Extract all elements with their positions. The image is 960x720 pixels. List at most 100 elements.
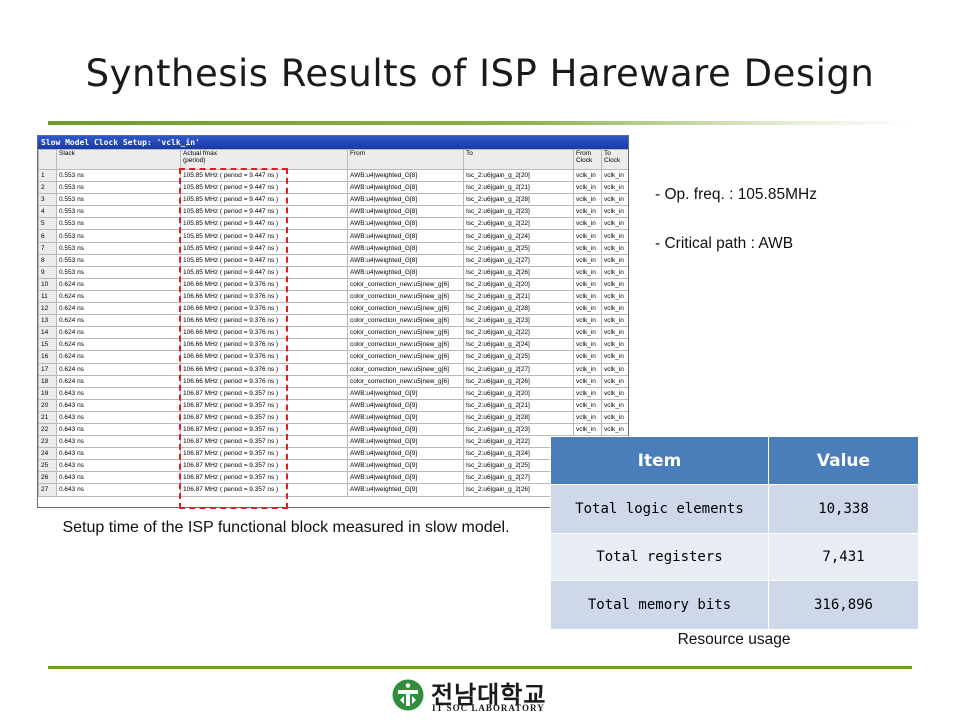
- timing-row[interactable]: 19 0.643 ns 106.87 MHz ( period = 9.357 ns…: [38, 386, 628, 400]
- timing-column-header[interactable]: To Clock: [601, 149, 628, 170]
- timing-row[interactable]: 12 0.624 ns 106.66 MHz ( period = 9.376 ns…: [38, 302, 628, 316]
- timing-cell: Isc_2:u6|gain_g_2[28]: [463, 410, 574, 424]
- resource-row: Total logic elements 10,338: [550, 484, 919, 534]
- timing-row[interactable]: 25 0.643 ns 106.87 MHz ( period = 9.357 ns…: [38, 459, 628, 473]
- timing-cell: Isc_2:u6|gain_g_2[27]: [463, 362, 574, 376]
- timing-cell: 0.553 ns: [56, 181, 181, 195]
- timing-row[interactable]: 10 0.624 ns 106.66 MHz ( period = 9.376 ns…: [38, 277, 628, 291]
- timing-cell: vclk_in: [573, 314, 602, 328]
- timing-cell: vclk_in: [601, 289, 628, 304]
- timing-row-number: 23: [38, 435, 57, 449]
- timing-cell: 106.66 MHz ( period = 9.376 ns ): [180, 374, 348, 388]
- timing-cell: vclk_in: [573, 229, 602, 243]
- timing-cell: vclk_in: [573, 362, 602, 376]
- timing-row[interactable]: 20 0.643 ns 106.87 MHz ( period = 9.357 ns…: [38, 398, 628, 412]
- timing-cell: 0.553 ns: [56, 168, 181, 183]
- timing-cell: Isc_2:u6|gain_g_2[28]: [463, 193, 574, 207]
- timing-cell: AWB:u4|weighted_G[8]: [347, 229, 464, 243]
- timing-row[interactable]: 9 0.553 ns 105.85 MHz ( period = 9.447 ns …: [38, 265, 628, 279]
- timing-cell: 0.624 ns: [56, 374, 181, 388]
- timing-row[interactable]: 2 0.553 ns 105.85 MHz ( period = 9.447 ns …: [38, 181, 628, 195]
- timing-cell: 0.643 ns: [56, 386, 181, 400]
- timing-cell: AWB:u4|weighted_G[9]: [347, 422, 464, 437]
- timing-row-number: 22: [38, 422, 57, 437]
- timing-row[interactable]: 4 0.553 ns 105.85 MHz ( period = 9.447 ns …: [38, 205, 628, 219]
- resource-header-value: Value: [768, 436, 919, 485]
- timing-cell: vclk_in: [573, 386, 602, 400]
- timing-report-window: Slow Model Clock Setup: 'vclk_in' Slack A…: [37, 135, 629, 508]
- timing-row-number: 26: [38, 471, 57, 485]
- timing-row-number: 9: [38, 265, 57, 279]
- timing-row[interactable]: 14 0.624 ns 106.66 MHz ( period = 9.376 ns…: [38, 326, 628, 340]
- timing-cell: vclk_in: [573, 338, 602, 352]
- timing-row[interactable]: 6 0.553 ns 105.85 MHz ( period = 9.447 ns …: [38, 229, 628, 243]
- timing-cell: Isc_2:u6|gain_g_2[27]: [463, 253, 574, 267]
- resource-item: Total registers: [550, 533, 769, 581]
- timing-cell: 105.85 MHz ( period = 9.447 ns ): [180, 229, 348, 243]
- timing-row-number: 18: [38, 374, 57, 388]
- timing-cell: vclk_in: [601, 350, 628, 364]
- timing-column-header[interactable]: Slack: [56, 149, 181, 170]
- timing-cell: 106.66 MHz ( period = 9.376 ns ): [180, 277, 348, 291]
- timing-cell: 0.624 ns: [56, 362, 181, 376]
- timing-cell: AWB:u4|weighted_G[8]: [347, 168, 464, 183]
- timing-row[interactable]: 3 0.553 ns 105.85 MHz ( period = 9.447 ns …: [38, 193, 628, 207]
- timing-cell: vclk_in: [601, 205, 628, 219]
- timing-row[interactable]: 5 0.553 ns 105.85 MHz ( period = 9.447 ns …: [38, 217, 628, 231]
- timing-cell: vclk_in: [601, 338, 628, 352]
- timing-cell: AWB:u4|weighted_G[8]: [347, 205, 464, 219]
- timing-cell: vclk_in: [601, 314, 628, 328]
- timing-report-title: Slow Model Clock Setup: 'vclk_in': [38, 136, 628, 149]
- timing-cell: 105.85 MHz ( period = 9.447 ns ): [180, 253, 348, 267]
- timing-cell: Isc_2:u6|gain_g_2[23]: [463, 205, 574, 219]
- timing-row[interactable]: 21 0.643 ns 106.87 MHz ( period = 9.357 ns…: [38, 410, 628, 424]
- timing-row[interactable]: 13 0.624 ns 106.66 MHz ( period = 9.376 ns…: [38, 314, 628, 328]
- timing-cell: 0.624 ns: [56, 326, 181, 340]
- timing-cell: AWB:u4|weighted_G[8]: [347, 181, 464, 195]
- timing-cell: 106.66 MHz ( period = 9.376 ns ): [180, 338, 348, 352]
- timing-column-header[interactable]: From: [347, 149, 464, 170]
- timing-row[interactable]: 18 0.624 ns 106.66 MHz ( period = 9.376 ns…: [38, 374, 628, 388]
- timing-column-header[interactable]: To: [463, 149, 574, 170]
- timing-cell: Isc_2:u6|gain_g_2[22]: [463, 326, 574, 340]
- timing-column-header[interactable]: [38, 149, 57, 170]
- timing-row-number: 17: [38, 362, 57, 376]
- timing-row[interactable]: 11 0.624 ns 106.66 MHz ( period = 9.376 ns…: [38, 289, 628, 304]
- timing-row[interactable]: 23 0.643 ns 106.87 MHz ( period = 9.357 ns…: [38, 435, 628, 449]
- timing-cell: 0.643 ns: [56, 447, 181, 461]
- timing-row[interactable]: 8 0.553 ns 105.85 MHz ( period = 9.447 ns …: [38, 253, 628, 267]
- timing-cell: 106.66 MHz ( period = 9.376 ns ): [180, 350, 348, 364]
- timing-column-header[interactable]: From Clock: [573, 149, 602, 170]
- timing-cell: Isc_2:u6|gain_g_2[28]: [463, 302, 574, 316]
- timing-row-number: 10: [38, 277, 57, 291]
- timing-row[interactable]: 16 0.624 ns 106.66 MHz ( period = 9.376 ns…: [38, 350, 628, 364]
- timing-row[interactable]: 15 0.624 ns 106.66 MHz ( period = 9.376 ns…: [38, 338, 628, 352]
- timing-cell: AWB:u4|weighted_G[9]: [347, 398, 464, 412]
- timing-cell: 0.624 ns: [56, 302, 181, 316]
- timing-cell: vclk_in: [601, 253, 628, 267]
- timing-row[interactable]: 7 0.553 ns 105.85 MHz ( period = 9.447 ns …: [38, 241, 628, 255]
- timing-cell: vclk_in: [573, 326, 602, 340]
- timing-cell: Isc_2:u6|gain_g_2[21]: [463, 181, 574, 195]
- timing-cell: 105.85 MHz ( period = 9.447 ns ): [180, 193, 348, 207]
- timing-cell: vclk_in: [573, 302, 602, 316]
- timing-column-header[interactable]: Actual fmax (period): [180, 149, 348, 170]
- timing-row[interactable]: 27 0.643 ns 106.87 MHz ( period = 9.357 ns…: [38, 483, 628, 497]
- timing-row-number: 4: [38, 205, 57, 219]
- timing-row[interactable]: 22 0.643 ns 106.87 MHz ( period = 9.357 ns…: [38, 422, 628, 437]
- timing-column-header-line: From: [350, 150, 366, 158]
- timing-row[interactable]: 17 0.624 ns 106.66 MHz ( period = 9.376 ns…: [38, 362, 628, 376]
- timing-cell: vclk_in: [601, 302, 628, 316]
- timing-row[interactable]: 1 0.553 ns 105.85 MHz ( period = 9.447 ns …: [38, 168, 628, 183]
- timing-cell: vclk_in: [601, 265, 628, 279]
- timing-cell: vclk_in: [601, 362, 628, 376]
- timing-cell: AWB:u4|weighted_G[8]: [347, 253, 464, 267]
- timing-cell: 0.643 ns: [56, 410, 181, 424]
- timing-cell: vclk_in: [573, 350, 602, 364]
- timing-row-number: 8: [38, 253, 57, 267]
- timing-cell: 0.624 ns: [56, 350, 181, 364]
- timing-row[interactable]: 26 0.643 ns 106.87 MHz ( period = 9.357 ns…: [38, 471, 628, 485]
- timing-cell: vclk_in: [573, 422, 602, 437]
- timing-cell: color_correction_new:u5|new_g[6]: [347, 314, 464, 328]
- timing-row[interactable]: 24 0.643 ns 106.87 MHz ( period = 9.357 ns…: [38, 447, 628, 461]
